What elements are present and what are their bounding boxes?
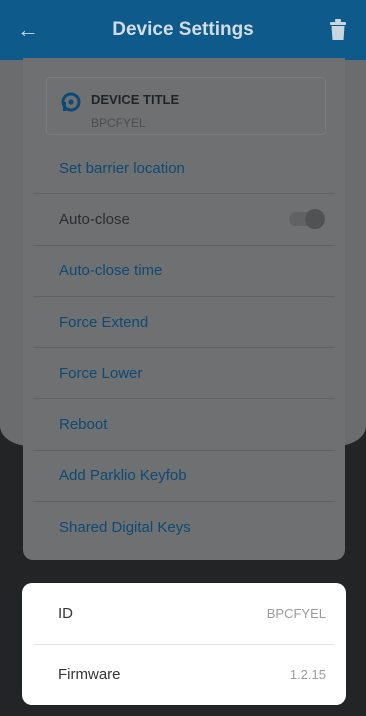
trash-icon-glyph [330,19,346,40]
menu-item-label: Shared Digital Keys [59,519,191,537]
menu-item-label: Add Parklio Keyfob [59,467,187,485]
app-bar: ← Device Settings [0,0,366,60]
menu-item-add-parklio-keyfob[interactable]: Add Parklio Keyfob [33,451,335,503]
info-row-id: ID BPCFYEL [22,583,346,644]
info-key: ID [58,605,73,622]
menu-item-reboot[interactable]: Reboot [33,399,335,451]
menu-item-label: Auto-close time [59,262,163,280]
settings-menu: Set barrier location Auto-close Auto-clo… [33,143,335,553]
info-key: Firmware [58,666,121,683]
menu-item-shared-digital-keys[interactable]: Shared Digital Keys [33,502,335,553]
device-name-value: BPCFYEL [91,116,146,130]
trash-icon[interactable] [310,0,366,60]
menu-item-label: Force Extend [59,313,149,331]
menu-item-label: Auto-close [59,210,130,228]
info-row-firmware: Firmware 1.2.15 [22,644,346,705]
parklio-logo-icon [61,92,81,112]
screen: ← Device Settings DEVICE TITLE BPCFYEL S… [0,0,366,716]
info-value: 1.2.15 [289,667,326,682]
arrow-left-icon[interactable]: ← [0,0,56,60]
menu-item-label: Reboot [59,416,108,434]
menu-item-set-barrier-location[interactable]: Set barrier location [33,143,335,195]
auto-close-toggle[interactable] [289,209,325,230]
info-bottom-sheet: ID BPCFYEL Firmware 1.2.15 [22,583,346,705]
device-title-label: DEVICE TITLE [91,92,180,107]
menu-item-force-lower[interactable]: Force Lower [33,348,335,400]
menu-item-label: Force Lower [59,364,143,382]
menu-item-label: Set barrier location [59,159,185,177]
menu-item-force-extend[interactable]: Force Extend [33,297,335,349]
device-title-box[interactable]: DEVICE TITLE BPCFYEL [46,77,326,135]
page-title: Device Settings [112,19,254,40]
menu-item-auto-close: Auto-close [33,194,335,246]
toggle-knob [305,209,325,230]
menu-item-auto-close-time[interactable]: Auto-close time [33,246,335,297]
info-value: BPCFYEL [266,606,326,621]
